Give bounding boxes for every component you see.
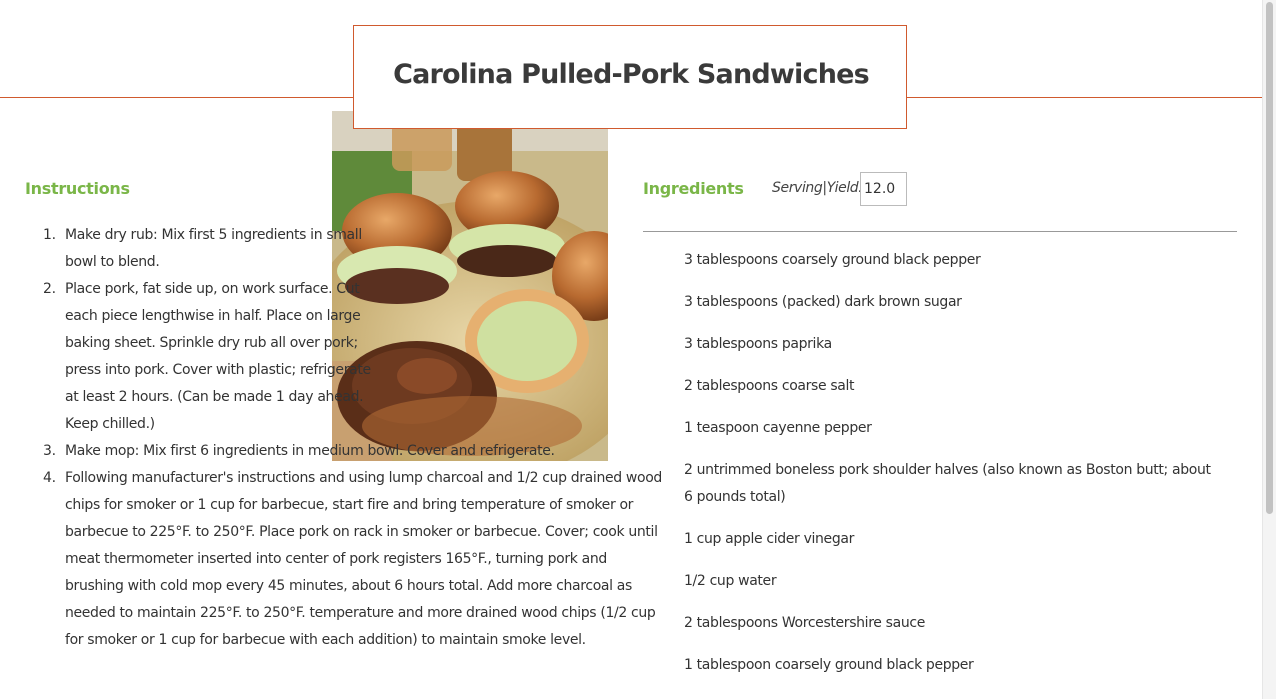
title-box: Carolina Pulled-Pork Sandwiches <box>353 25 907 129</box>
ingredient-item: 1 teaspoon cayenne pepper <box>684 420 872 436</box>
ingredient-item: 1/2 cup water <box>684 573 777 589</box>
recipe-title: Carolina Pulled-Pork Sandwiches <box>393 59 870 90</box>
instructions-heading: Instructions <box>25 179 130 198</box>
ingredient-item: 2 untrimmed boneless pork shoulder halve… <box>684 462 1211 505</box>
scrollbar-thumb[interactable] <box>1266 2 1273 514</box>
ingredients-divider <box>643 231 1237 232</box>
ingredient-item: 1 cup apple cider vinegar <box>684 531 854 547</box>
ingredient-item: 2 tablespoons coarse salt <box>684 378 855 394</box>
instruction-step: Make dry rub: Mix first 5 ingredients in… <box>43 222 362 270</box>
instruction-step: Following manufacturer's instructions an… <box>43 465 662 648</box>
ingredient-item: 3 tablespoons coarsely ground black pepp… <box>684 252 981 268</box>
ingredient-item: 1 tablespoon coarsely ground black peppe… <box>684 657 974 673</box>
ingredient-item: 3 tablespoons paprika <box>684 336 832 352</box>
ingredients-list: 3 tablespoons coarsely ground black pepp… <box>684 247 1219 694</box>
serving-yield-input[interactable] <box>860 172 907 206</box>
ingredients-heading: Ingredients <box>643 179 744 198</box>
instructions-list: Make dry rub: Mix first 5 ingredients in… <box>25 222 665 654</box>
instruction-step: Place pork, fat side up, on work surface… <box>43 276 371 432</box>
recipe-page: Carolina Pulled-Pork Sandwiches Instruct… <box>0 0 1276 699</box>
vertical-scrollbar[interactable] <box>1262 0 1276 699</box>
ingredient-item: 3 tablespoons (packed) dark brown sugar <box>684 294 962 310</box>
ingredient-item: 2 tablespoons Worcestershire sauce <box>684 615 925 631</box>
instruction-step: Make mop: Mix first 6 ingredients in med… <box>43 438 555 465</box>
serving-yield-label: Serving|Yield: <box>772 180 863 196</box>
